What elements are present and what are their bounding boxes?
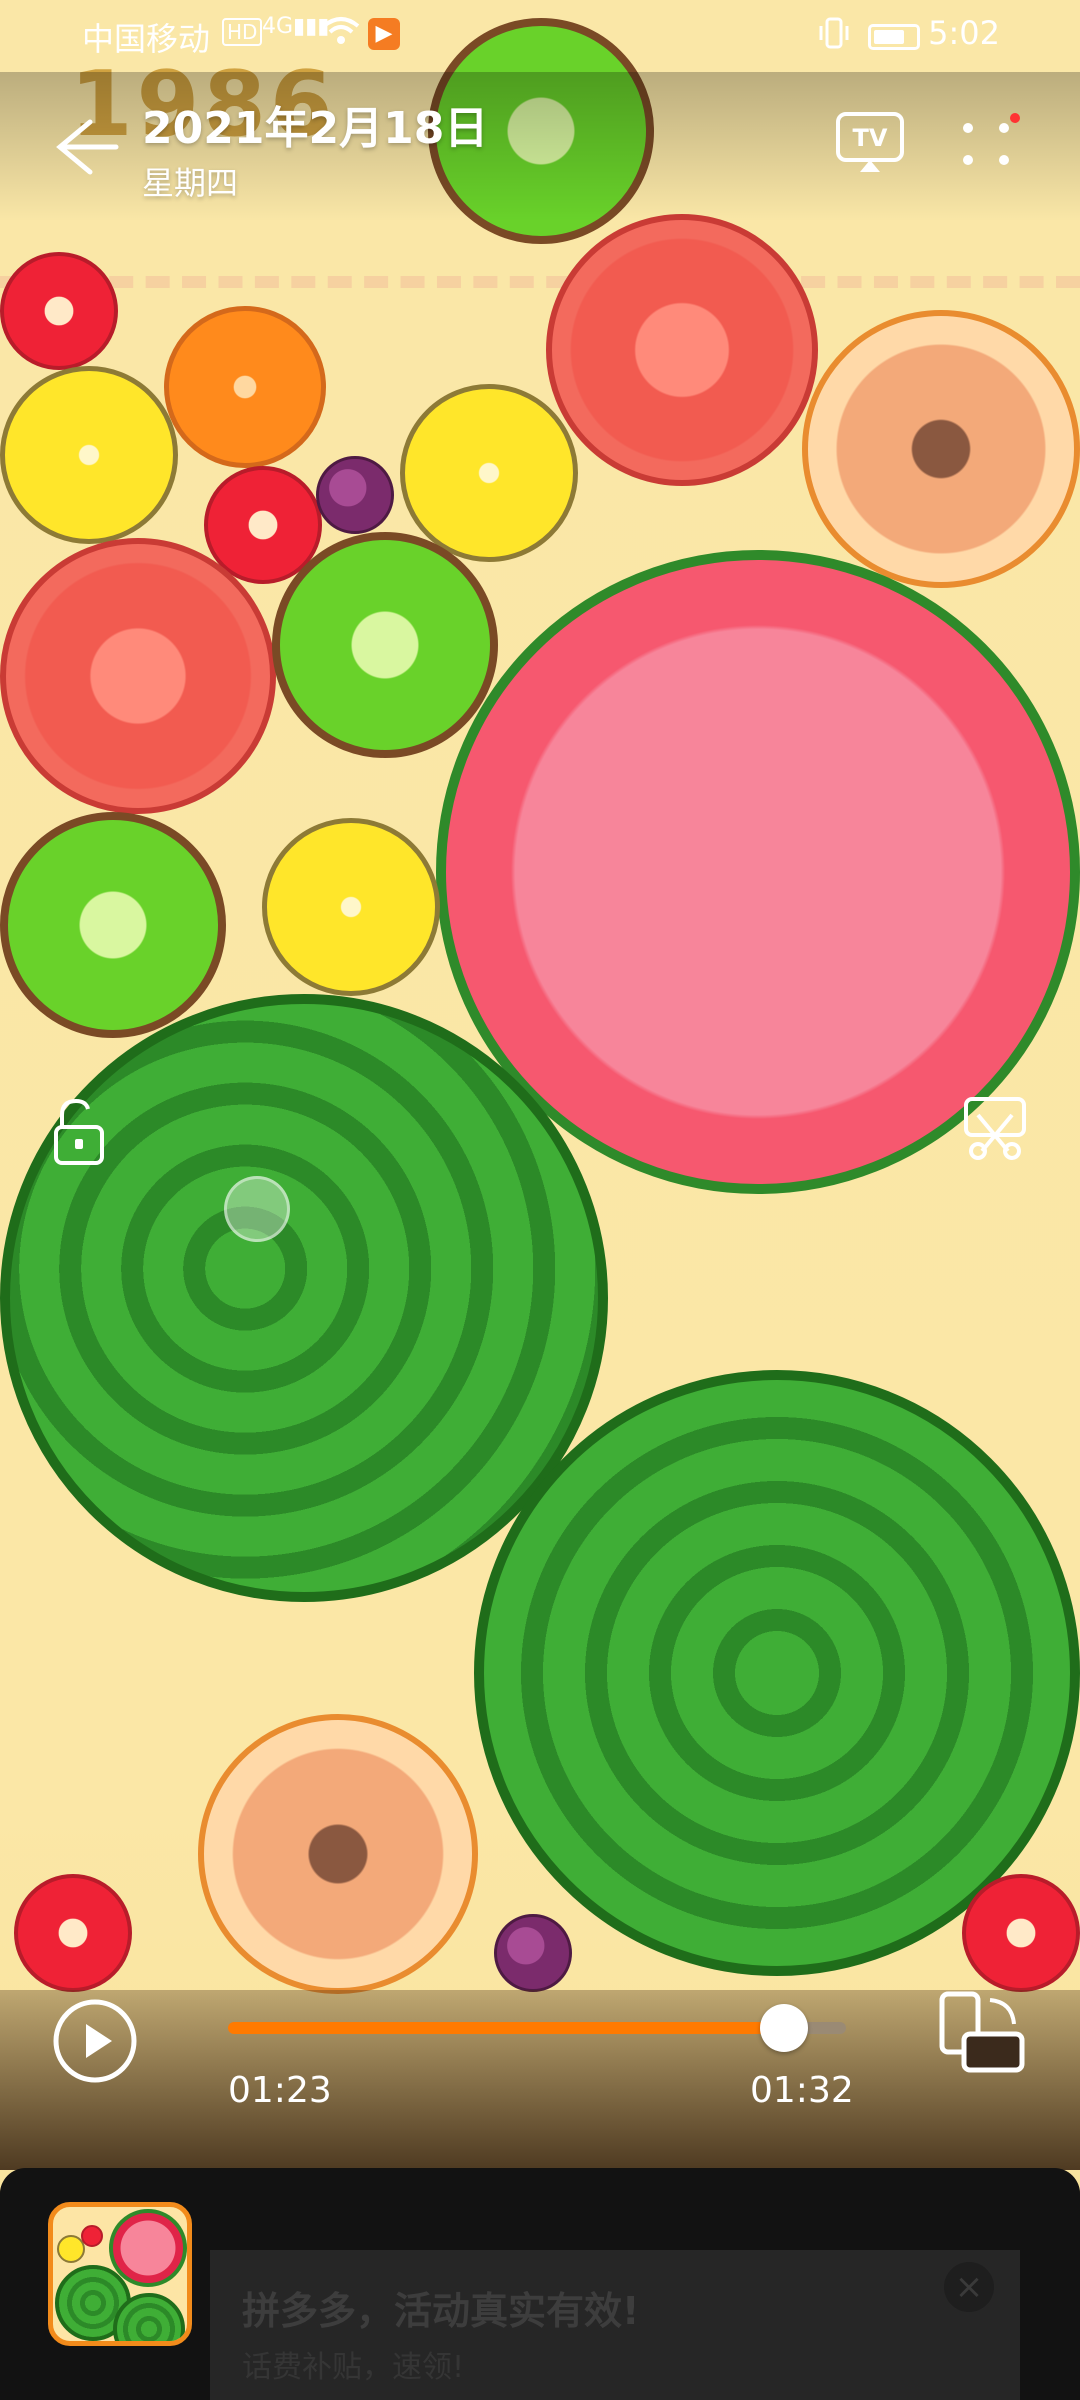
wifi-icon xyxy=(322,16,360,54)
ad-title: 拼多多，活动真实有效! xyxy=(242,2289,640,2333)
game-app-icon[interactable] xyxy=(48,2202,192,2346)
strawberry-icon xyxy=(81,2225,103,2247)
clip-button[interactable] xyxy=(962,1095,1028,1161)
seek-bar-fill xyxy=(228,2022,785,2034)
carrier-label: 中国移动 xyxy=(82,20,211,58)
touch-indicator xyxy=(224,1176,290,1242)
lemon-fruit xyxy=(262,818,440,996)
kiwi-fruit xyxy=(272,532,498,758)
tv-label: TV xyxy=(853,124,888,152)
peach-fruit xyxy=(802,310,1080,588)
player-controls: 01:23 01:32 xyxy=(0,1990,1080,2170)
tomato-fruit xyxy=(546,214,818,486)
hd-badge: HD xyxy=(222,18,263,46)
ad-banner[interactable]: 拼多多，活动真实有效! 话费补贴，速领! × xyxy=(210,2250,1020,2400)
strawberry-fruit xyxy=(0,252,118,370)
ad-close-button[interactable]: × xyxy=(944,2262,994,2312)
danger-line xyxy=(0,276,1080,288)
seek-bar-thumb[interactable] xyxy=(760,2004,809,2052)
strawberry-fruit xyxy=(14,1874,132,1992)
more-options-button[interactable] xyxy=(960,112,1020,178)
orange-fruit xyxy=(164,306,326,468)
play-icon xyxy=(53,1999,137,2083)
more-dots-icon xyxy=(963,113,1020,165)
clock: 5:02 xyxy=(928,14,1000,52)
video-title: 2021年2月18日 xyxy=(142,103,489,154)
ad-panel: 拼多多，活动真实有效! 话费补贴，速领! × xyxy=(0,2168,1080,2400)
cast-tv-button[interactable]: TV xyxy=(834,110,906,176)
rotate-icon xyxy=(939,1991,1025,2073)
back-button[interactable] xyxy=(50,112,120,182)
watermelon-fruit xyxy=(0,994,608,1602)
unlock-icon xyxy=(54,1098,104,1165)
network-label: 4G xyxy=(262,14,294,39)
video-header: 2021年2月18日 星期四 TV xyxy=(0,72,1080,222)
video-subtitle: 星期四 xyxy=(142,164,239,202)
lemon-fruit xyxy=(400,384,578,562)
vibrate-icon xyxy=(816,16,852,58)
kiwi-fruit xyxy=(0,812,226,1038)
back-arrow-icon xyxy=(56,119,119,175)
signal-icon: 4G▮▮▮ xyxy=(262,14,330,39)
total-time: 01:32 xyxy=(750,2070,854,2111)
status-bar: 中国移动 HD 4G▮▮▮ ▶ 5:02 xyxy=(0,0,1080,72)
strawberry-fruit xyxy=(962,1874,1080,1992)
grape-fruit xyxy=(494,1914,572,1992)
notification-app-icon: ▶ xyxy=(368,18,400,50)
battery-icon xyxy=(868,24,920,50)
ad-subtitle: 话费补贴，速领! xyxy=(242,2350,465,2385)
play-button[interactable] xyxy=(52,1998,138,2084)
rotate-screen-button[interactable] xyxy=(938,1990,1028,2076)
peach-fruit xyxy=(198,1714,478,1994)
watermelon-slice-icon xyxy=(109,2209,187,2287)
tomato-fruit xyxy=(0,538,276,814)
grape-fruit xyxy=(316,456,394,534)
tv-cast-icon: TV xyxy=(836,112,904,172)
scissors-icon xyxy=(964,1097,1026,1160)
screen-lock-button[interactable] xyxy=(50,1095,108,1169)
lemon-fruit xyxy=(0,366,178,544)
seek-bar[interactable] xyxy=(228,2004,846,2052)
current-time: 01:23 xyxy=(228,2070,332,2111)
